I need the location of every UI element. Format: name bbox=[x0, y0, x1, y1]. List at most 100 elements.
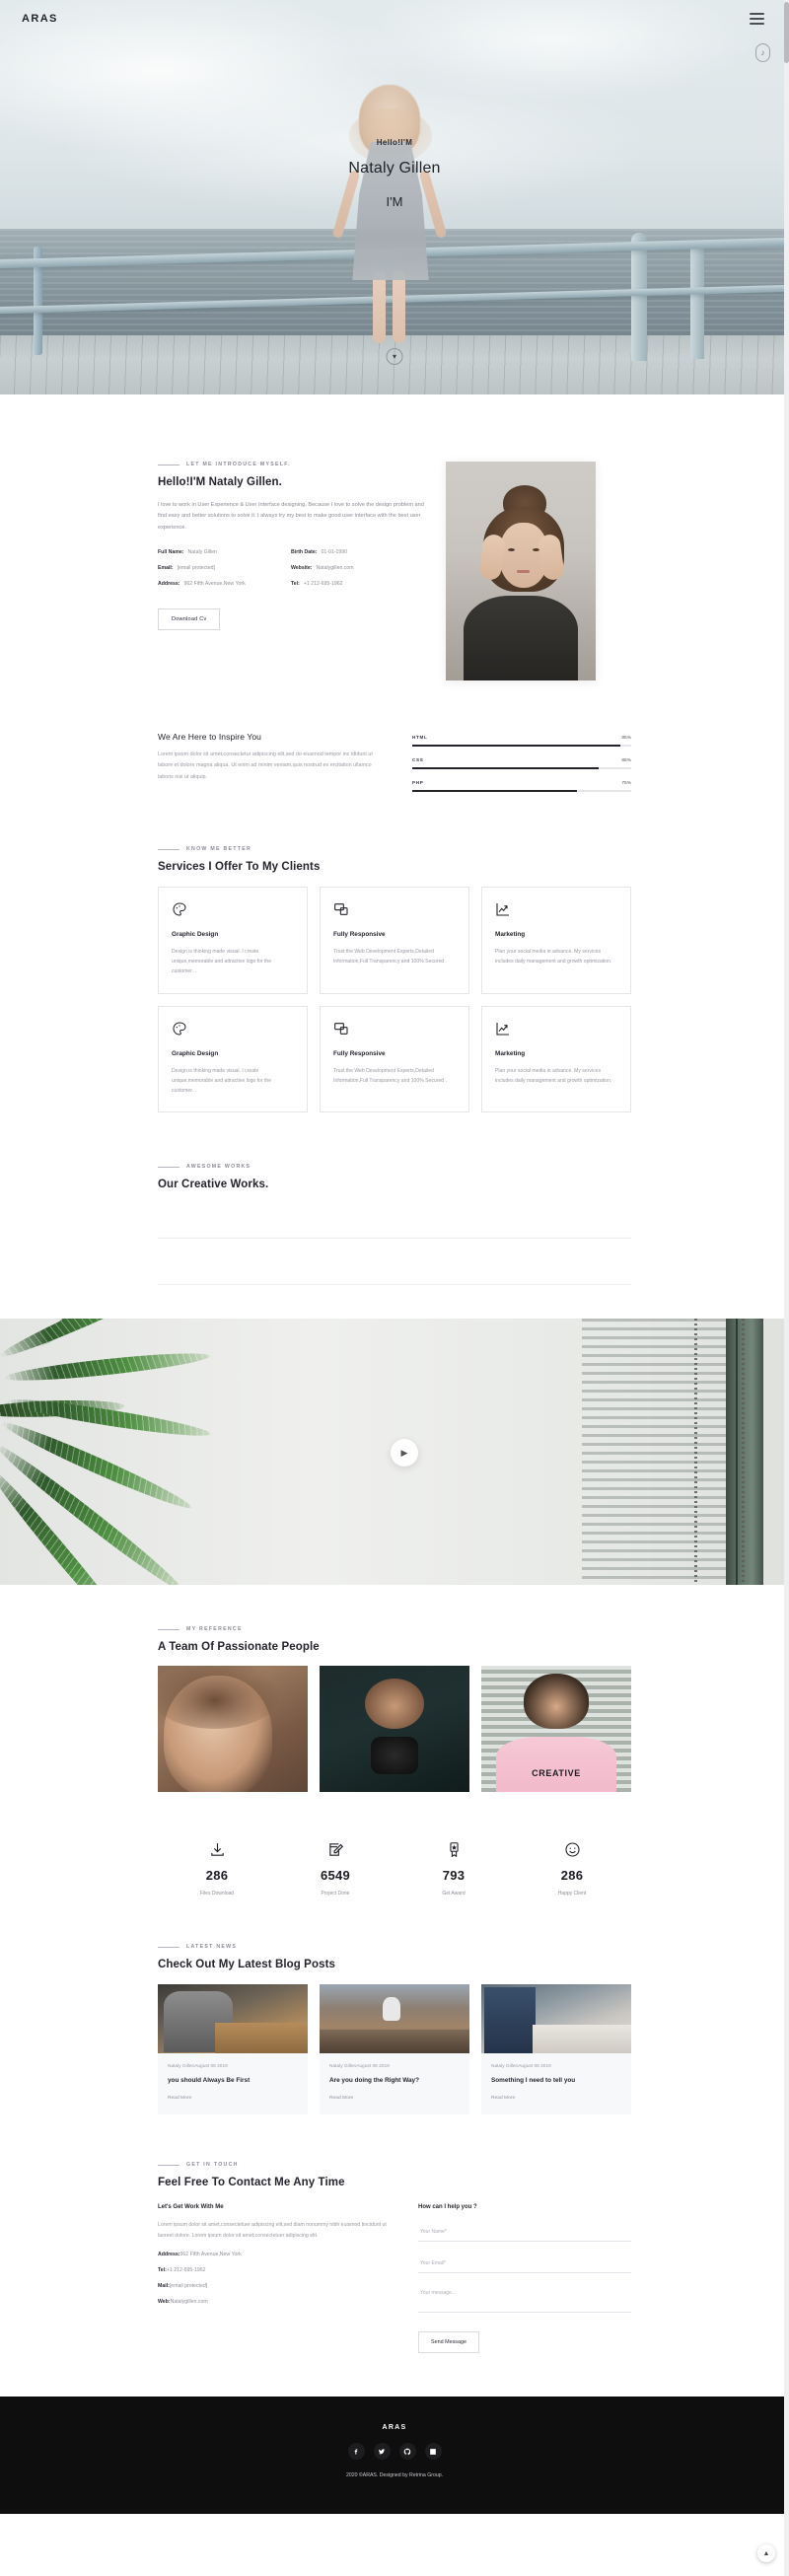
info-key: Tel: bbox=[291, 581, 300, 588]
edit-square-icon bbox=[276, 1839, 394, 1859]
download-cv-button[interactable]: Download Cv bbox=[158, 608, 221, 631]
service-title: Graphic Design bbox=[172, 1049, 219, 1057]
service-desc: Design is thinking made visual. I create… bbox=[172, 1067, 272, 1094]
service-desc: Trust the Web Development Experts,Detail… bbox=[333, 949, 447, 966]
play-icon[interactable]: ▶ bbox=[391, 1439, 418, 1467]
blog-grid: Nataly GillenAugust 06 2019 you should A… bbox=[158, 1984, 631, 2115]
contact-detail-row: Tel:+1 212-695-1962 bbox=[158, 2267, 393, 2273]
facebook-icon[interactable] bbox=[347, 2443, 365, 2461]
site-footer: ARAS 2020 ©ARAS. Designed by Retrina Gro… bbox=[0, 2397, 789, 2515]
service-title: Graphic Design bbox=[172, 931, 219, 938]
window-frame bbox=[726, 1319, 763, 1586]
info-key: Full Name: bbox=[158, 549, 184, 556]
scrollbar-thumb[interactable] bbox=[784, 2, 789, 63]
skill-name: CSS bbox=[412, 757, 424, 762]
contact-info: Let's Get Work With Me Lorem ipsum dolor… bbox=[158, 2204, 393, 2353]
page-scrollbar[interactable] bbox=[784, 0, 789, 2576]
team-member-photo[interactable] bbox=[158, 1666, 308, 1793]
blog-section: LATEST NEWS Check Out My Latest Blog Pos… bbox=[158, 1896, 631, 2115]
twitter-icon[interactable] bbox=[373, 2443, 391, 2461]
detail-value: +1 212-695-1962 bbox=[166, 2266, 206, 2273]
chevron-up-icon[interactable]: ▲ bbox=[757, 2544, 775, 2562]
blog-card[interactable]: Nataly GillenAugust 06 2019 Something I … bbox=[481, 1984, 631, 2115]
info-value: +1 212-695-1962 bbox=[303, 581, 343, 588]
eyebrow-line bbox=[158, 1628, 179, 1630]
blog-card[interactable]: Nataly GillenAugust 06 2019 you should A… bbox=[158, 1984, 308, 2115]
detail-key: Tel: bbox=[158, 2266, 167, 2273]
brand-logo[interactable]: ARAS bbox=[22, 13, 58, 25]
contact-left-paragraph: Lorem ipsum dolor sit amet,consectetuer … bbox=[158, 2222, 387, 2240]
rail-post bbox=[631, 233, 647, 361]
footer-brand: ARAS bbox=[382, 2424, 407, 2432]
blog-thumbnail bbox=[481, 1984, 631, 2054]
service-card[interactable]: Marketing Plan your social media in adva… bbox=[481, 1005, 631, 1113]
works-divider bbox=[158, 1284, 631, 1286]
works-title: Our Creative Works. bbox=[158, 1179, 269, 1191]
service-card[interactable]: Fully Responsive Trust the Web Developme… bbox=[320, 1005, 469, 1113]
detail-value: Natalygillen.com bbox=[170, 2298, 208, 2305]
send-message-button[interactable]: Send Message bbox=[418, 2331, 479, 2354]
service-desc: Design is thinking made visual. I create… bbox=[172, 949, 272, 975]
counter-label: Happy Client bbox=[557, 1891, 587, 1897]
service-card[interactable]: Graphic Design Design is thinking made v… bbox=[158, 1005, 308, 1113]
service-card[interactable]: Graphic Design Design is thinking made v… bbox=[158, 887, 308, 994]
detail-key: Mail: bbox=[158, 2282, 170, 2289]
info-row: Birth Date: 01-01-1990 bbox=[291, 549, 424, 555]
skill-fill bbox=[412, 745, 620, 747]
info-row: Full Name: Nataly Gillen bbox=[158, 549, 291, 555]
counter-number: 6549 bbox=[320, 1868, 351, 1884]
message-field[interactable] bbox=[418, 2283, 631, 2314]
blog-meta: Nataly GillenAugust 06 2019 bbox=[168, 2064, 228, 2070]
blog-card[interactable]: Nataly GillenAugust 06 2019 Are you doin… bbox=[320, 1984, 469, 2115]
contact-left-heading: Let's Get Work With Me bbox=[158, 2204, 224, 2211]
rail-post bbox=[690, 243, 704, 359]
counter-number: 286 bbox=[560, 1868, 584, 1884]
skills-paragraph: Lorem ipsum dolor sit amet,consectetur a… bbox=[158, 751, 373, 780]
hamburger-icon[interactable] bbox=[747, 10, 767, 28]
hero-greeting: Hello!I'M bbox=[376, 138, 413, 147]
skill-track bbox=[412, 790, 631, 792]
chevron-down-icon[interactable]: ▾ bbox=[386, 348, 403, 365]
read-more-link[interactable]: Read More bbox=[491, 2096, 621, 2101]
service-card[interactable]: Fully Responsive Trust the Web Developme… bbox=[320, 887, 469, 994]
award-ribbon-icon bbox=[394, 1839, 513, 1859]
blog-thumbnail bbox=[158, 1984, 308, 2054]
skill-name: HTML bbox=[412, 735, 428, 740]
github-icon[interactable] bbox=[398, 2443, 416, 2461]
service-title: Marketing bbox=[495, 1049, 526, 1057]
blog-thumbnail bbox=[320, 1984, 469, 2054]
info-row: Email: [email protected] bbox=[158, 565, 291, 571]
skill-item: PHP 75% bbox=[412, 780, 631, 792]
skill-percent: 75% bbox=[621, 781, 631, 786]
team-member-photo[interactable] bbox=[320, 1666, 469, 1793]
info-key: Email: bbox=[158, 565, 174, 572]
service-title: Fully Responsive bbox=[333, 1049, 386, 1057]
info-value: [email protected] bbox=[177, 565, 215, 572]
download-icon bbox=[158, 1839, 276, 1859]
info-key: Website: bbox=[291, 565, 313, 572]
service-card[interactable]: Marketing Plan your social media in adva… bbox=[481, 887, 631, 994]
read-more-link[interactable]: Read More bbox=[168, 2096, 298, 2101]
detail-key: Web: bbox=[158, 2298, 171, 2305]
counter-number: 793 bbox=[442, 1868, 466, 1884]
read-more-link[interactable]: Read More bbox=[329, 2096, 460, 2101]
linkedin-icon[interactable] bbox=[424, 2443, 442, 2461]
info-column-left: Full Name: Nataly Gillen Email: [email pro… bbox=[158, 549, 291, 597]
team-member-photo[interactable]: CREATIVE bbox=[481, 1666, 631, 1793]
name-field[interactable] bbox=[418, 2222, 631, 2243]
counter-label: Project Done bbox=[321, 1891, 350, 1897]
window-blinds bbox=[582, 1319, 750, 1586]
counter-label: Get Award bbox=[442, 1891, 466, 1897]
info-value: Nataly Gillen bbox=[187, 549, 217, 556]
email-field[interactable] bbox=[418, 2254, 631, 2274]
blind-cord bbox=[742, 1319, 745, 1586]
skill-bars: HTML 95% CSS 85% PHP 75% bbox=[412, 732, 631, 803]
about-title: Hello!I'M Nataly Gillen. bbox=[158, 476, 282, 488]
works-section: AWESOME WORKS Our Creative Works. bbox=[158, 1112, 631, 1286]
service-title: Fully Responsive bbox=[333, 931, 386, 938]
info-key: Birth Date: bbox=[291, 549, 318, 556]
team-section: MY REFERENCE A Team Of Passionate People… bbox=[0, 1585, 789, 2354]
info-column-right: Birth Date: 01-01-1990 Website: Natalygill… bbox=[291, 549, 424, 597]
sound-toggle-icon[interactable]: ♪ bbox=[755, 43, 770, 62]
skill-track bbox=[412, 767, 631, 769]
